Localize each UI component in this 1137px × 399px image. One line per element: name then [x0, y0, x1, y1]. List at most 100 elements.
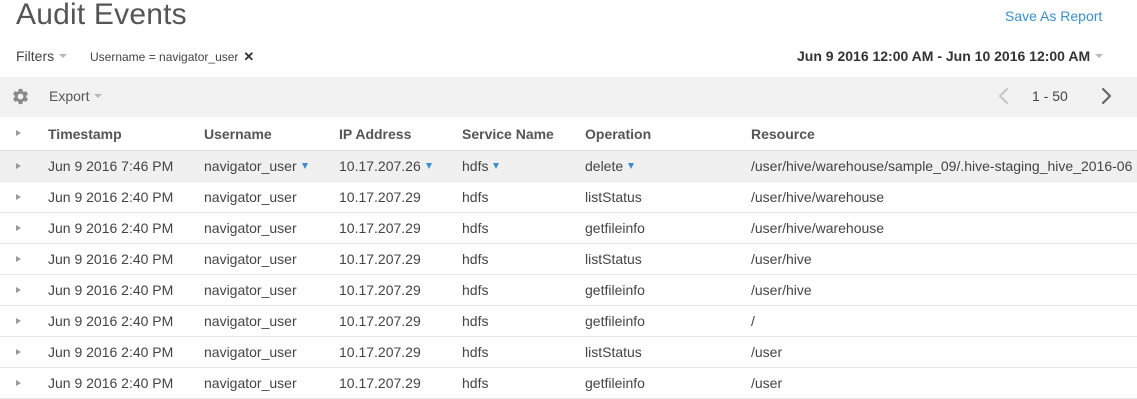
cell-ip-address: 10.17.207.29: [339, 375, 421, 391]
cell-service-name: hdfs: [462, 282, 489, 298]
gear-icon[interactable]: [11, 87, 30, 106]
caret-right-icon[interactable]: [16, 130, 21, 136]
cell-resource: /user/hive: [751, 282, 812, 298]
pager-range: 1 - 50: [1032, 88, 1068, 104]
caret-right-icon[interactable]: [16, 318, 21, 324]
funnel-icon[interactable]: [425, 163, 432, 169]
cell-username-group: navigator_user: [204, 151, 308, 182]
cell-timestamp: Jun 9 2016 2:40 PM: [48, 344, 174, 360]
cell-ip-address: 10.17.207.29: [339, 220, 421, 236]
caret-right-icon[interactable]: [16, 163, 21, 169]
funnel-icon[interactable]: [628, 163, 635, 169]
cell-service-name: hdfs: [462, 344, 489, 360]
funnel-icon[interactable]: [493, 163, 500, 169]
cell-timestamp: Jun 9 2016 2:40 PM: [48, 189, 174, 205]
cell-operation-group: delete: [585, 151, 635, 182]
table-row[interactable]: Jun 9 2016 7:46 PM navigator_user 10.17.…: [0, 151, 1137, 182]
cell-timestamp: Jun 9 2016 2:40 PM: [48, 220, 174, 236]
column-header-operation[interactable]: Operation: [585, 117, 651, 151]
save-as-report-link[interactable]: Save As Report: [1005, 8, 1102, 24]
cell-service-name: hdfs: [462, 158, 489, 174]
table-row[interactable]: Jun 9 2016 2:40 PM navigator_user 10.17.…: [0, 306, 1137, 337]
cell-ip-address: 10.17.207.29: [339, 251, 421, 267]
caret-right-icon[interactable]: [16, 225, 21, 231]
column-header-timestamp[interactable]: Timestamp: [48, 117, 122, 151]
caret-down-icon: [1095, 54, 1104, 59]
cell-resource: /user: [751, 344, 783, 360]
cell-resource: /user/hive/warehouse: [751, 189, 885, 205]
active-filter-text: Username = navigator_user: [90, 50, 239, 64]
table-row[interactable]: Jun 9 2016 2:40 PM navigator_user 10.17.…: [0, 244, 1137, 275]
cell-resource: /user/hive/warehouse: [751, 220, 885, 236]
cell-operation: getfileinfo: [585, 375, 645, 391]
cell-ip-address: 10.17.207.29: [339, 282, 421, 298]
cell-resource: /: [751, 313, 755, 329]
cell-operation: getfileinfo: [585, 220, 645, 236]
close-icon[interactable]: ✕: [243, 49, 254, 65]
table-row[interactable]: Jun 9 2016 2:40 PM navigator_user 10.17.…: [0, 337, 1137, 368]
cell-ip-address: 10.17.207.29: [339, 189, 421, 205]
cell-timestamp: Jun 9 2016 2:40 PM: [48, 313, 174, 329]
cell-service-group: hdfs: [462, 151, 500, 182]
caret-right-icon[interactable]: [16, 256, 21, 262]
cell-username: navigator_user: [204, 375, 297, 391]
cell-operation: listStatus: [585, 251, 642, 267]
chevron-right-icon[interactable]: [1098, 86, 1114, 106]
cell-operation: listStatus: [585, 344, 642, 360]
cell-service-name: hdfs: [462, 251, 489, 267]
date-range-text: Jun 9 2016 12:00 AM - Jun 10 2016 12:00 …: [797, 48, 1091, 64]
filters-dropdown[interactable]: Filters: [16, 48, 68, 64]
date-range-picker[interactable]: Jun 9 2016 12:00 AM - Jun 10 2016 12:00 …: [797, 48, 1104, 64]
cell-resource: /user/hive/warehouse/sample_09/.hive-sta…: [751, 158, 1133, 174]
cell-resource: /user/hive: [751, 251, 812, 267]
table-toolbar: Export 1 - 50: [0, 77, 1137, 117]
page-title: Audit Events: [16, 0, 187, 31]
export-label: Export: [49, 88, 90, 104]
cell-timestamp: Jun 9 2016 2:40 PM: [48, 282, 174, 298]
caret-right-icon[interactable]: [16, 194, 21, 200]
cell-resource: /user: [751, 375, 783, 391]
cell-operation: getfileinfo: [585, 313, 645, 329]
cell-service-name: hdfs: [462, 313, 489, 329]
cell-username: navigator_user: [204, 220, 297, 236]
column-header-username[interactable]: Username: [204, 117, 272, 151]
cell-operation: getfileinfo: [585, 282, 645, 298]
cell-timestamp: Jun 9 2016 2:40 PM: [48, 251, 174, 267]
cell-operation: delete: [585, 158, 624, 174]
cell-ip-address: 10.17.207.29: [339, 313, 421, 329]
cell-service-name: hdfs: [462, 220, 489, 236]
chevron-left-icon[interactable]: [996, 86, 1012, 106]
table-header-row: Timestamp Username IP Address Service Na…: [0, 117, 1137, 151]
table-row[interactable]: Jun 9 2016 2:40 PM navigator_user 10.17.…: [0, 275, 1137, 306]
cell-service-name: hdfs: [462, 375, 489, 391]
cell-username: navigator_user: [204, 344, 297, 360]
active-filter-chip: Username = navigator_user ✕: [90, 49, 254, 65]
caret-down-icon: [94, 94, 103, 99]
cell-username: navigator_user: [204, 251, 297, 267]
table-row[interactable]: Jun 9 2016 2:40 PM navigator_user 10.17.…: [0, 368, 1137, 399]
cell-ip-address: 10.17.207.26: [339, 158, 421, 174]
column-header-service-name[interactable]: Service Name: [462, 117, 554, 151]
filters-label: Filters: [16, 48, 55, 64]
funnel-icon[interactable]: [301, 163, 308, 169]
cell-ip-group: 10.17.207.26: [339, 151, 432, 182]
column-header-resource[interactable]: Resource: [751, 117, 815, 151]
cell-timestamp: Jun 9 2016 7:46 PM: [48, 158, 174, 174]
cell-username: navigator_user: [204, 313, 297, 329]
cell-ip-address: 10.17.207.29: [339, 344, 421, 360]
cell-service-name: hdfs: [462, 189, 489, 205]
column-header-ip-address[interactable]: IP Address: [339, 117, 411, 151]
caret-right-icon[interactable]: [16, 287, 21, 293]
caret-right-icon[interactable]: [16, 380, 21, 386]
cell-username: navigator_user: [204, 158, 297, 174]
table-row[interactable]: Jun 9 2016 2:40 PM navigator_user 10.17.…: [0, 213, 1137, 244]
caret-down-icon: [59, 54, 68, 59]
cell-timestamp: Jun 9 2016 2:40 PM: [48, 375, 174, 391]
export-dropdown[interactable]: Export: [49, 88, 103, 104]
cell-username: navigator_user: [204, 282, 297, 298]
cell-username: navigator_user: [204, 189, 297, 205]
table-row[interactable]: Jun 9 2016 2:40 PM navigator_user 10.17.…: [0, 182, 1137, 213]
audit-events-table: Timestamp Username IP Address Service Na…: [0, 117, 1137, 399]
cell-operation: listStatus: [585, 189, 642, 205]
caret-right-icon[interactable]: [16, 349, 21, 355]
